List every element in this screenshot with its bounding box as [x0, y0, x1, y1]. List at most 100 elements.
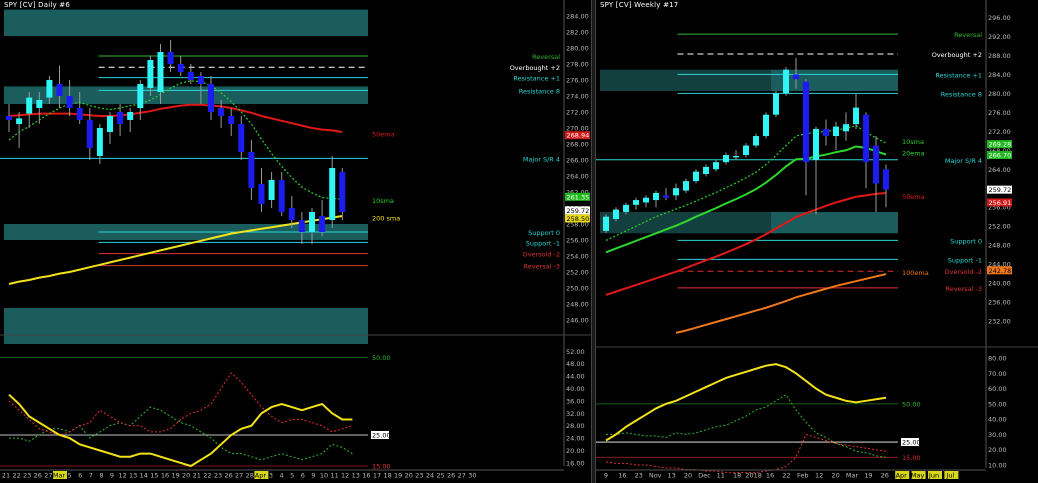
- indicator-tick-label: 24.00: [566, 435, 585, 443]
- price-badge-text: 261.35: [567, 193, 590, 201]
- time-tick-label: Mar: [53, 472, 66, 480]
- candle-body: [773, 93, 779, 115]
- candle-body: [319, 216, 326, 232]
- time-tick-label: 15: [150, 472, 158, 480]
- candle-body: [329, 168, 336, 220]
- indicator-guide-label: 50.00: [902, 400, 921, 408]
- price-tick-label: 272.00: [988, 128, 1011, 136]
- level-label: Support 0: [528, 229, 560, 237]
- time-tick-label: 30: [468, 472, 476, 480]
- price-tick-label: 266.00: [566, 157, 589, 165]
- candle-body: [268, 180, 275, 200]
- indicator-tick-label: 30.00: [988, 431, 1007, 439]
- price-tick-label: 248.00: [566, 301, 589, 309]
- indicator-guide-label: 50.00: [372, 354, 391, 362]
- price-tick-label: 278.00: [566, 61, 589, 69]
- ma-label: 20ema: [902, 150, 925, 158]
- minus-di-line: [605, 433, 887, 474]
- zone-band: [771, 211, 898, 234]
- candle-body: [6, 116, 12, 120]
- candle-body: [853, 107, 859, 125]
- candle-body: [66, 96, 73, 108]
- time-tick-label: 27: [44, 472, 52, 480]
- candle-body: [793, 74, 799, 80]
- candle-body: [86, 120, 93, 148]
- time-tick-label: Jul: [945, 472, 954, 480]
- price-tick-label: 248.00: [988, 242, 1011, 250]
- time-tick-label: 19: [394, 472, 402, 480]
- level-label: Resistance 8: [519, 87, 560, 95]
- time-tick-label: 13: [352, 472, 360, 480]
- candle-body: [16, 118, 23, 124]
- level-label: Resistance +1: [513, 75, 560, 83]
- time-tick-label: 22: [782, 472, 790, 480]
- indicator-guide-label: 15.00: [902, 454, 921, 462]
- time-tick-label: 26: [447, 472, 455, 480]
- candle-body: [873, 145, 879, 184]
- zone-band: [4, 9, 368, 37]
- price-tick-label: 282.00: [566, 29, 589, 37]
- time-tick-label: 25: [436, 472, 444, 480]
- price-tick-label: 292.00: [988, 33, 1011, 41]
- candle-body: [258, 184, 265, 204]
- ma-label: 50ema: [372, 131, 395, 139]
- time-tick-label: 23: [635, 472, 643, 480]
- indicator-guide-label: 25.00: [372, 432, 391, 440]
- time-tick-label: 5: [68, 472, 72, 480]
- candle-body: [107, 116, 113, 132]
- level-label: Resistance 8: [941, 90, 982, 98]
- price-tick-label: 284.00: [988, 71, 1011, 79]
- time-tick-label: 26: [34, 472, 42, 480]
- time-tick-label: 4: [280, 472, 284, 480]
- level-label: Oversold -2: [523, 251, 560, 259]
- price-badge-text: 266.70: [989, 152, 1012, 160]
- time-tick-label: 21: [193, 472, 201, 480]
- price-tick-label: 276.00: [566, 77, 589, 85]
- time-tick-label: 19: [864, 472, 872, 480]
- candle-body: [613, 209, 619, 220]
- candle-body: [117, 112, 124, 124]
- time-tick-label: 18: [383, 472, 391, 480]
- time-tick-label: Nov: [649, 472, 662, 480]
- price-badge-text: 242.78: [989, 267, 1012, 275]
- daily-chart-pane[interactable]: SPY [CV] Daily #6 Reversal Overbought +2 R…: [0, 0, 591, 483]
- price-tick-label: 264.00: [566, 173, 589, 181]
- time-tick-label: 23: [214, 472, 222, 480]
- candle-body: [723, 155, 729, 163]
- price-tick-label: 252.00: [566, 269, 589, 277]
- candle-body: [823, 128, 829, 137]
- time-tick-label: 9: [604, 472, 608, 480]
- candle-body: [208, 84, 214, 112]
- ma-line-50ema: [605, 191, 887, 296]
- level-label: Support -1: [948, 256, 982, 264]
- price-badge-text: 269.28: [989, 141, 1012, 149]
- level-label: Support 0: [950, 237, 982, 245]
- price-tick-label: 280.00: [566, 45, 589, 53]
- zone-band: [4, 308, 368, 344]
- level-label: Overbought +2: [510, 64, 560, 72]
- time-tick-label: 16: [618, 472, 626, 480]
- time-tick-label: 28: [246, 472, 254, 480]
- price-tick-label: 232.00: [988, 318, 1011, 326]
- price-tick-label: 280.00: [988, 90, 1011, 98]
- candle-body: [863, 114, 869, 163]
- zone-band: [771, 69, 898, 91]
- weekly-chart-svg: Reversal Overbought +2 Resistance +1 Resist…: [596, 0, 1038, 480]
- time-tick-label: 10: [320, 472, 328, 480]
- candle-body: [228, 116, 235, 124]
- time-tick-label: 12: [341, 472, 349, 480]
- price-tick-label: 296.00: [988, 14, 1011, 22]
- weekly-chart-pane[interactable]: SPY [CV] Weekly #17 Reversal Overbought +…: [596, 0, 1038, 483]
- candle-body: [238, 124, 245, 152]
- time-tick-label: 16: [362, 472, 370, 480]
- level-label: Oversold -2: [945, 268, 982, 276]
- time-tick-label: 20: [684, 472, 692, 480]
- price-tick-label: 246.00: [566, 317, 589, 325]
- level-label: Reversal -3: [524, 263, 560, 271]
- price-badge-text: 259.72: [567, 207, 590, 215]
- candle-body: [339, 172, 346, 212]
- price-tick-label: 256.00: [566, 237, 589, 245]
- time-tick-label: 22: [12, 472, 20, 480]
- candle-body: [248, 152, 255, 188]
- indicator-tick-label: 40.00: [566, 385, 585, 393]
